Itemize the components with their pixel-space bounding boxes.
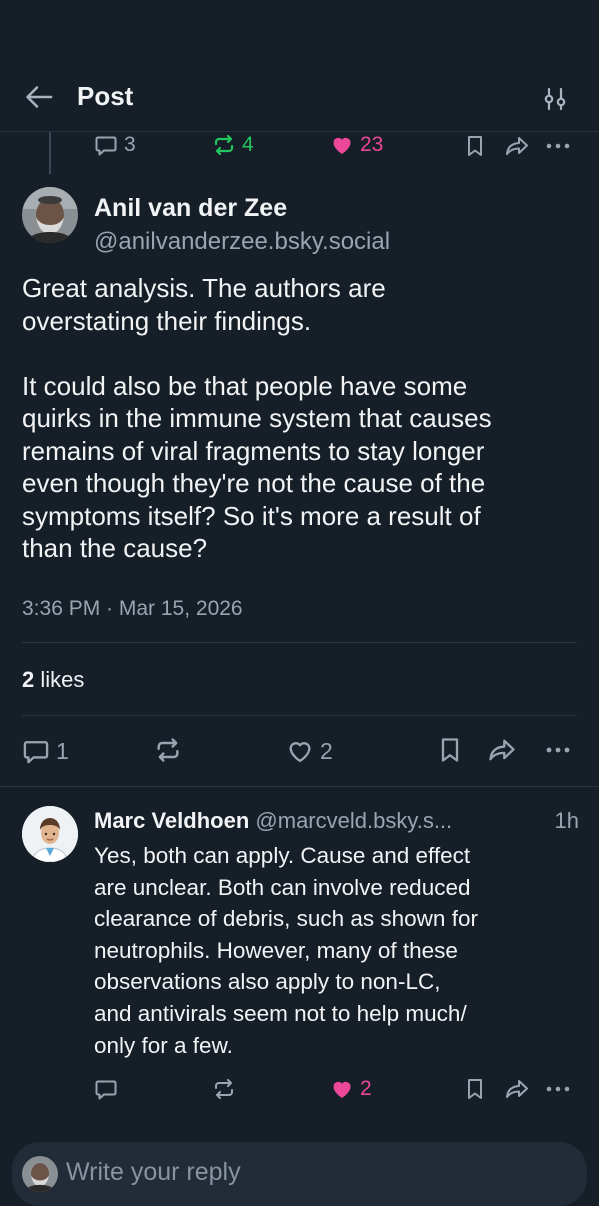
sliders-icon bbox=[544, 87, 566, 111]
bookmark-button[interactable] bbox=[437, 736, 463, 764]
reply-more-button[interactable] bbox=[545, 1083, 571, 1095]
bookmark-icon bbox=[468, 136, 482, 156]
parent-reply-button[interactable]: 3 bbox=[94, 133, 136, 157]
reply-text: Yes, both can apply. Cause and effect ar… bbox=[94, 843, 478, 1058]
reply-input[interactable] bbox=[66, 1158, 546, 1187]
author-avatar[interactable] bbox=[22, 187, 78, 243]
parent-repost-count: 4 bbox=[242, 133, 254, 156]
heart-outline-icon bbox=[289, 742, 311, 763]
share-arrow-icon bbox=[489, 739, 515, 761]
post-text: Great analysis. The authors are overstat… bbox=[22, 273, 492, 563]
reply-time: 1h bbox=[554, 808, 579, 833]
thread-settings-button[interactable] bbox=[540, 84, 570, 114]
reply-like-count: 2 bbox=[360, 1077, 372, 1100]
heart-filled-icon bbox=[333, 137, 351, 154]
parent-bookmark-button[interactable] bbox=[464, 134, 486, 158]
parent-like-count: 23 bbox=[360, 133, 384, 156]
reply-bubble-icon bbox=[95, 136, 117, 156]
repost-icon bbox=[214, 134, 234, 156]
repost-button[interactable] bbox=[154, 736, 182, 764]
back-arrow-icon bbox=[26, 86, 53, 108]
current-user-avatar bbox=[22, 1156, 58, 1192]
divider bbox=[22, 642, 577, 643]
parent-like-button[interactable]: 23 bbox=[330, 133, 383, 157]
likes-label: likes bbox=[40, 667, 85, 692]
bookmark-icon bbox=[441, 738, 459, 762]
thread-connector-line bbox=[49, 132, 51, 174]
post-timestamp: 3:36 PM · Mar 15, 2026 bbox=[22, 597, 243, 620]
header-bar: Post bbox=[0, 0, 599, 132]
more-dots-icon bbox=[546, 747, 570, 753]
reply-share-button[interactable] bbox=[504, 1077, 530, 1101]
repost-icon bbox=[214, 1078, 234, 1100]
reply-composer[interactable] bbox=[12, 1142, 587, 1206]
reply-bubble-icon bbox=[95, 1080, 117, 1100]
bookmark-icon bbox=[468, 1079, 482, 1099]
share-button[interactable] bbox=[487, 736, 517, 764]
header-divider bbox=[0, 131, 599, 132]
share-arrow-icon bbox=[506, 1080, 528, 1098]
reply-author-avatar[interactable] bbox=[22, 806, 78, 862]
repost-icon bbox=[157, 738, 179, 762]
author-name[interactable]: Anil van der Zee bbox=[94, 194, 287, 223]
avatar-photo bbox=[22, 1156, 58, 1192]
reply-header: Marc Veldhoen @marcveld.bsky.s... 1h bbox=[94, 808, 579, 834]
reply-author-handle[interactable]: @marcveld.bsky.s... bbox=[255, 808, 452, 833]
reply-bubble-icon bbox=[23, 741, 49, 764]
more-dots-icon bbox=[546, 143, 570, 149]
divider bbox=[22, 715, 577, 716]
author-handle[interactable]: @anilvanderzee.bsky.social bbox=[94, 228, 390, 256]
reply-button[interactable]: 1 bbox=[22, 737, 69, 765]
parent-share-button[interactable] bbox=[504, 134, 530, 158]
reply-repost-button[interactable] bbox=[212, 1077, 236, 1101]
parent-reply-count: 3 bbox=[124, 133, 136, 156]
share-arrow-icon bbox=[506, 137, 528, 155]
reply-reply-button[interactable] bbox=[94, 1077, 118, 1101]
reply-bookmark-button[interactable] bbox=[464, 1077, 486, 1101]
more-dots-icon bbox=[546, 1086, 570, 1092]
parent-repost-button[interactable]: 4 bbox=[212, 133, 254, 157]
page-title: Post bbox=[77, 81, 134, 111]
parent-more-button[interactable] bbox=[545, 140, 571, 152]
likes-count-link[interactable]: 2 likes bbox=[22, 667, 84, 693]
heart-filled-icon bbox=[333, 1081, 351, 1098]
more-button[interactable] bbox=[543, 744, 573, 756]
back-button[interactable] bbox=[22, 80, 56, 114]
avatar-illustration bbox=[22, 806, 78, 862]
likes-number: 2 bbox=[22, 667, 35, 692]
divider bbox=[0, 786, 599, 787]
reply-author-name[interactable]: Marc Veldhoen bbox=[94, 808, 249, 833]
like-count: 2 bbox=[320, 737, 333, 764]
reply-like-button[interactable]: 2 bbox=[330, 1077, 372, 1101]
reply-count: 1 bbox=[56, 737, 69, 764]
like-button[interactable]: 2 bbox=[286, 737, 333, 765]
avatar-photo bbox=[22, 187, 78, 243]
